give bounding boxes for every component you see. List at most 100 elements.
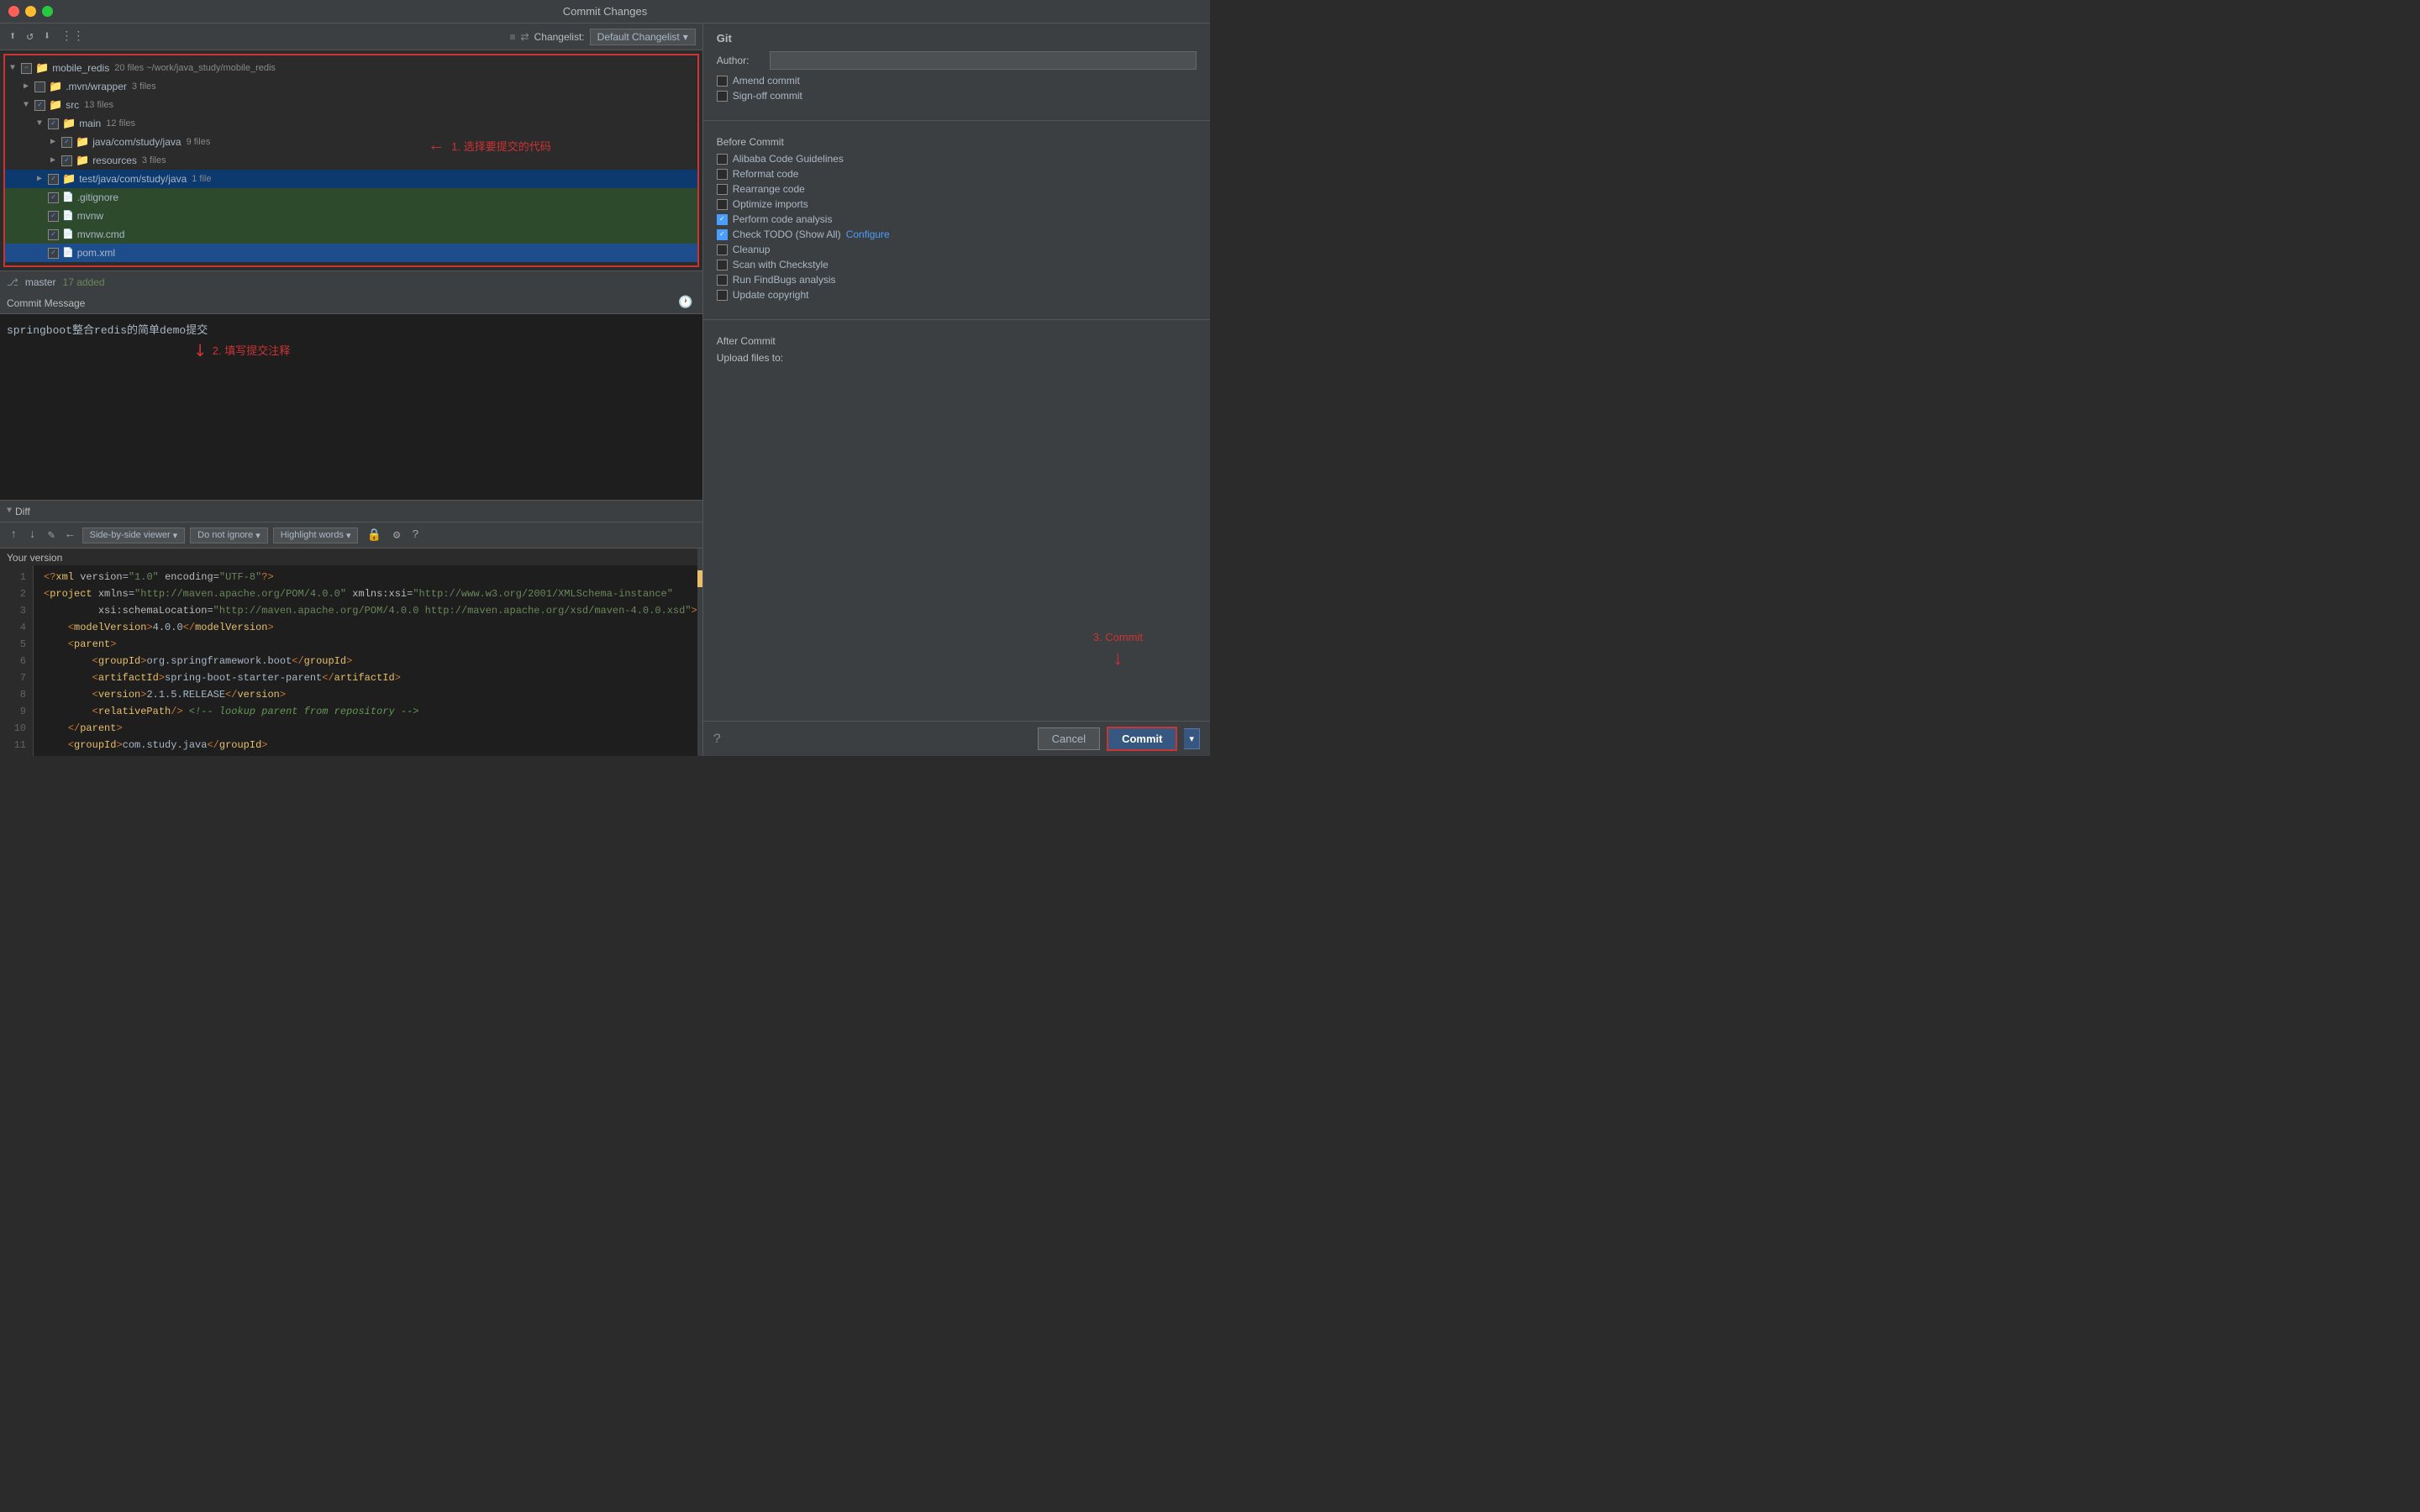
tree-checkbox[interactable]: ✓	[48, 229, 59, 240]
tree-arrow-icon: ▶	[24, 81, 32, 92]
clock-icon[interactable]: 🕐	[676, 294, 695, 312]
cancel-button[interactable]: Cancel	[1038, 727, 1100, 750]
commit-button[interactable]: Commit	[1107, 727, 1177, 751]
arrow-down-icon: ↓	[1113, 647, 1123, 670]
rearrange-checkbox[interactable]	[717, 184, 728, 195]
author-input[interactable]	[770, 51, 1197, 70]
tree-checkbox[interactable]: ✓	[48, 174, 59, 185]
added-badge: 17 added	[63, 276, 105, 288]
signoff-commit-checkbox[interactable]	[717, 91, 728, 102]
commit-message-section: Commit Message 🕐 springboot整合redis的简单dem…	[0, 292, 702, 500]
ignore-button[interactable]: Do not ignore ▾	[190, 528, 268, 543]
tree-checkbox[interactable]: ✓	[61, 155, 72, 166]
folder-icon: 📁	[62, 173, 76, 186]
toolbar-icon-up[interactable]: ⬆	[7, 28, 18, 45]
rearrange-label: Rearrange code	[733, 183, 805, 195]
cleanup-row: Cleanup	[717, 244, 1197, 255]
code-line-2: <project xmlns="http://maven.apache.org/…	[44, 585, 697, 602]
cleanup-checkbox[interactable]	[717, 244, 728, 255]
status-bar: ⎇ master 17 added	[0, 270, 702, 292]
alibaba-checkbox[interactable]	[717, 154, 728, 165]
check-todo-checkbox[interactable]: ✓	[717, 229, 728, 240]
diff-collapse-icon: ▼	[7, 507, 12, 516]
divider-2	[703, 319, 1210, 320]
findbugs-checkbox[interactable]	[717, 275, 728, 286]
toolbar-icon-down[interactable]: ⬇	[41, 28, 53, 45]
amend-commit-label: Amend commit	[733, 75, 800, 87]
diff-back-icon[interactable]: ←	[63, 527, 76, 543]
changelist-label: Changelist:	[534, 31, 585, 43]
left-panel: ⬆ ↺ ⬇ ⋮⋮ ≡ ⇄ Changelist: Default Changel…	[0, 24, 703, 756]
changelist-dropdown[interactable]: Default Changelist ▾	[590, 29, 696, 45]
findbugs-label: Run FindBugs analysis	[733, 274, 836, 286]
diff-header[interactable]: ▼ Diff	[0, 500, 702, 522]
branch-icon: ⎇	[7, 276, 18, 288]
commit-message-body: springboot整合redis的简单demo提交 ↙ 2. 填写提交注释	[0, 314, 702, 500]
checkstyle-checkbox[interactable]	[717, 260, 728, 270]
tree-row-mvnw[interactable]: ▶ ✓ 📄 mvnw	[5, 207, 697, 225]
tree-row-gitignore[interactable]: ▶ ✓ 📄 .gitignore	[5, 188, 697, 207]
branch-name: master	[25, 276, 56, 288]
code-analysis-row: ✓ Perform code analysis	[717, 213, 1197, 225]
code-line-3: xsi:schemaLocation="http://maven.apache.…	[44, 602, 697, 619]
toolbar-icon-refresh[interactable]: ↺	[24, 28, 35, 45]
help-icon[interactable]: ?	[408, 527, 422, 543]
tree-row-mvnw-cmd[interactable]: ▶ ✓ 📄 mvnw.cmd	[5, 225, 697, 244]
tree-label: mvnw	[77, 210, 103, 222]
diff-edit-icon[interactable]: ✎	[45, 527, 58, 544]
tree-checkbox[interactable]: ✓	[61, 137, 72, 148]
lock-icon[interactable]: 🔒	[363, 527, 384, 544]
code-line-11: <groupId>com.study.java</groupId>	[44, 737, 697, 753]
tree-row-pom[interactable]: ▶ ✓ 📄 pom.xml	[5, 244, 697, 262]
configure-link[interactable]: Configure	[846, 228, 890, 240]
action-bar: ? Cancel Commit ▾	[703, 721, 1210, 756]
code-line-5: <parent>	[44, 636, 697, 653]
tree-checkbox[interactable]: ✓	[48, 211, 59, 222]
minimize-button[interactable]	[25, 6, 36, 17]
line-num-5: 5	[0, 636, 33, 653]
code-analysis-checkbox[interactable]: ✓	[717, 214, 728, 225]
optimize-checkbox[interactable]	[717, 199, 728, 210]
reformat-checkbox[interactable]	[717, 169, 728, 180]
toolbar-icon-grid[interactable]: ⋮⋮	[58, 28, 87, 45]
diff-down-icon[interactable]: ↓	[25, 527, 39, 543]
commit-dropdown-button[interactable]: ▾	[1184, 728, 1200, 749]
close-button[interactable]	[8, 6, 19, 17]
help-circle-icon[interactable]: ?	[713, 732, 722, 747]
cleanup-label: Cleanup	[733, 244, 771, 255]
tree-checkbox[interactable]: ✓	[48, 118, 59, 129]
folder-icon: 📁	[62, 118, 76, 130]
tree-meta: 3 files	[142, 155, 166, 165]
maximize-button[interactable]	[42, 6, 53, 17]
rearrange-row: Rearrange code	[717, 183, 1197, 195]
folder-icon: 📁	[76, 136, 89, 149]
tree-checkbox[interactable]	[34, 81, 45, 92]
side-by-side-viewer-button[interactable]: Side-by-side viewer ▾	[82, 528, 186, 543]
tree-checkbox[interactable]: ✓	[48, 192, 59, 203]
settings-icon[interactable]: ⚙	[390, 527, 403, 544]
commit-message-textarea[interactable]: springboot整合redis的简单demo提交	[0, 314, 702, 500]
copyright-checkbox[interactable]	[717, 290, 728, 301]
tree-row-src[interactable]: ▼ ✓ 📁 src 13 files	[5, 96, 697, 114]
highlight-words-button[interactable]: Highlight words ▾	[273, 528, 359, 543]
tree-checkbox[interactable]: ✓	[34, 100, 45, 111]
ignore-label: Do not ignore	[197, 530, 253, 540]
diff-up-icon[interactable]: ↑	[7, 527, 20, 543]
tree-row-main[interactable]: ▼ ✓ 📁 main 12 files	[5, 114, 697, 133]
title-bar: Commit Changes	[0, 0, 1210, 24]
tree-row-resources[interactable]: ▶ ✓ 📁 resources 3 files	[5, 151, 697, 170]
tree-row-mvn-wrapper[interactable]: ▶ 📁 .mvn/wrapper 3 files	[5, 77, 697, 96]
changelist-value: Default Changelist	[597, 31, 680, 43]
tree-checkbox[interactable]: −	[21, 63, 32, 74]
your-version-label: Your version	[0, 549, 697, 565]
changelist-icon: ≡	[510, 31, 516, 43]
tree-row-java[interactable]: ▶ ✓ 📁 java/com/study/java 9 files	[5, 133, 697, 151]
code-analysis-label: Perform code analysis	[733, 213, 833, 225]
commit-message-header: Commit Message 🕐	[0, 292, 702, 314]
reformat-row: Reformat code	[717, 168, 1197, 180]
tree-row-mobile-redis[interactable]: ▼ − 📁 mobile_redis 20 files ~/work/java_…	[5, 59, 697, 77]
tree-row-test[interactable]: ▶ ✓ 📁 test/java/com/study/java 1 file	[5, 170, 697, 188]
optimize-row: Optimize imports	[717, 198, 1197, 210]
tree-checkbox[interactable]: ✓	[48, 248, 59, 259]
amend-commit-checkbox[interactable]	[717, 76, 728, 87]
